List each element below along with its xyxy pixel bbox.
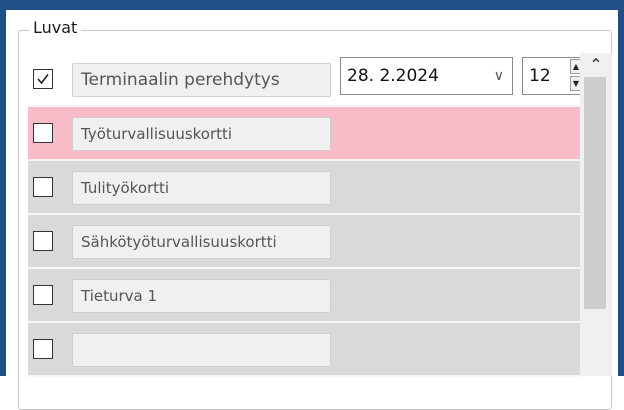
permit-checkbox[interactable] (33, 339, 53, 359)
permit-name-field[interactable] (72, 333, 331, 367)
permit-name-field[interactable]: Työturvallisuuskortti (72, 117, 331, 151)
vertical-scrollbar[interactable]: ⌃ (580, 53, 612, 376)
permit-row: Tieturva 1 (28, 269, 580, 323)
permit-checkbox[interactable] (33, 285, 53, 305)
permit-checkbox[interactable] (33, 231, 53, 251)
permit-row: Työturvallisuuskortti (28, 107, 580, 161)
check-icon (37, 74, 49, 85)
expiry-date-picker[interactable]: 28. 2.2024 ∨ (340, 57, 513, 95)
scrollbar-thumb[interactable] (584, 77, 606, 309)
chevron-down-icon[interactable]: ∨ (494, 58, 504, 94)
permit-row: Tulityökortti (28, 161, 580, 215)
permit-row: Sähkötyöturvallisuuskortti (28, 215, 580, 269)
permit-name-field[interactable]: Tulityökortti (72, 171, 331, 205)
permit-row: Terminaalin perehdytys 28. 2.2024 ∨ 12 ▲… (28, 53, 582, 107)
window-frame-top (0, 0, 624, 10)
permit-name-field[interactable]: Terminaalin perehdytys (72, 63, 331, 97)
permit-name-field[interactable]: Sähkötyöturvallisuuskortti (72, 225, 331, 259)
scroll-up-icon[interactable]: ⌃ (580, 53, 612, 77)
permit-checkbox[interactable] (33, 177, 53, 197)
window-frame-right (618, 0, 624, 376)
permit-row (28, 323, 580, 377)
permit-name-field[interactable]: Tieturva 1 (72, 279, 331, 313)
date-value: 28. 2.2024 (347, 66, 439, 86)
stepper-value: 12 (529, 66, 551, 86)
permit-checkbox[interactable] (33, 123, 53, 143)
group-title: Luvat (29, 18, 82, 37)
window-frame-left (0, 0, 6, 376)
permit-checkbox[interactable] (33, 69, 53, 89)
